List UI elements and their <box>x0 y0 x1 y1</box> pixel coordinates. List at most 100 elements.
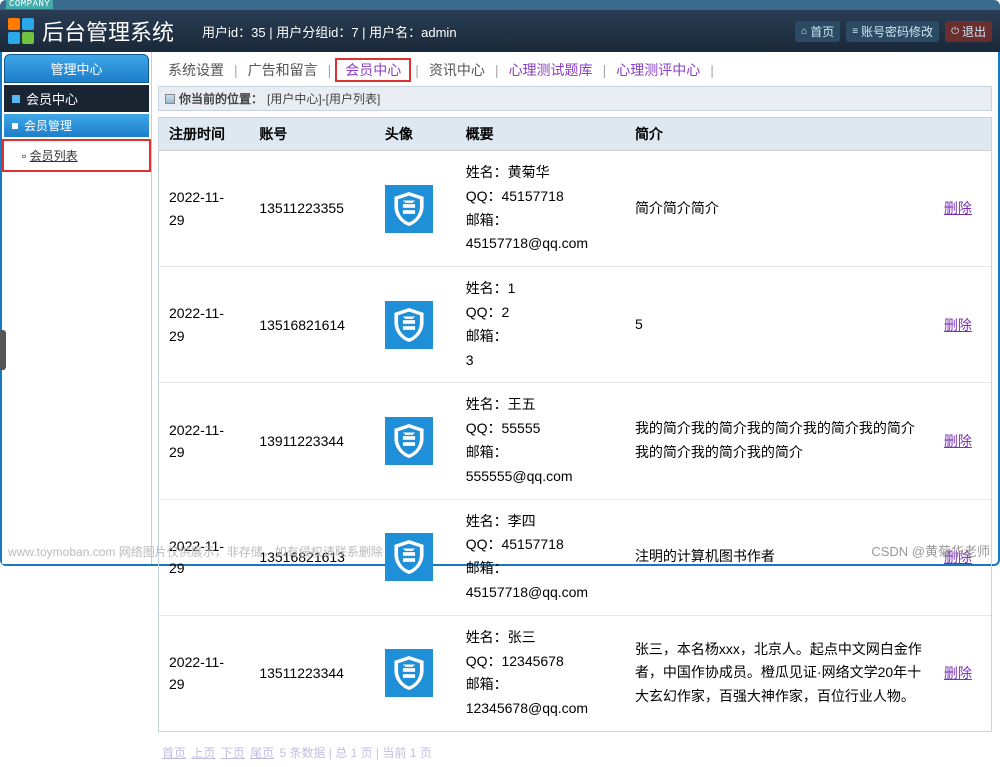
cell-summary: 姓名：李四QQ：45157718邮箱：45157718@qq.com <box>456 499 625 615</box>
sidebar: 管理中心 会员中心 会员管理 ▫ 会员列表 <box>2 52 152 564</box>
cell-summary: 姓名：张三QQ：12345678邮箱：12345678@qq.com <box>456 615 625 731</box>
tab-0[interactable]: 系统设置 <box>162 58 230 82</box>
home-link[interactable]: ⌂首页 <box>795 21 840 42</box>
content: 系统设置 | 广告和留言 | 会员中心 | 资讯中心 | 心理测试题库 | 心理… <box>152 52 998 564</box>
pager-next[interactable]: 下页 <box>221 746 245 760</box>
cell-avatar <box>375 267 456 383</box>
cell-account: 13516821614 <box>249 267 375 383</box>
cell-intro: 张三，本名杨xxx，北京人。起点中文网白金作者，中国作协成员。橙瓜见证·网络文学… <box>625 615 934 731</box>
square-icon <box>12 95 20 103</box>
col-avatar[interactable]: 头像 <box>375 118 456 151</box>
location-icon <box>165 94 175 104</box>
pager-first[interactable]: 首页 <box>162 746 186 760</box>
table-row: 2022-11-2913516821614 姓名：1QQ：2邮箱：35 删除 <box>159 267 991 383</box>
breadcrumb: 你当前的位置： [用户中心]-[用户列表] <box>158 86 992 111</box>
tab-sep: | <box>234 62 238 78</box>
delete-link[interactable]: 删除 <box>944 200 972 216</box>
col-time[interactable]: 注册时间 <box>159 118 249 151</box>
cell-account: 13511223355 <box>249 151 375 267</box>
cell-op: 删除 <box>934 267 991 383</box>
delete-link[interactable]: 删除 <box>944 433 972 449</box>
col-summary[interactable]: 概要 <box>456 118 625 151</box>
table-row: 2022-11-2913911223344姓名：王五QQ：55555邮箱：555… <box>159 383 991 499</box>
cell-intro: 5 <box>625 267 934 383</box>
pager: 首页 上页 下页 尾页 5 条数据 | 总 1 页 | 当前 1 页 <box>152 738 998 767</box>
highlight-box-tab: 会员中心 <box>335 58 411 82</box>
app-title: 后台管理系统 <box>42 15 174 47</box>
cell-avatar <box>375 383 456 499</box>
pager-prev[interactable]: 上页 <box>191 746 215 760</box>
cell-avatar <box>375 615 456 731</box>
cell-time: 2022-11-29 <box>159 383 249 499</box>
sidebar-group-manage[interactable]: 会员管理 <box>4 114 149 137</box>
app-logo-icon <box>8 18 34 44</box>
cell-avatar <box>375 499 456 615</box>
list-icon: ≡ <box>852 26 858 37</box>
table-row: 2022-11-2913511223355 姓名：黄菊华QQ：45157718邮箱… <box>159 151 991 267</box>
tab-sep: | <box>328 62 332 78</box>
window-chrome: COMPANY <box>0 0 1000 10</box>
user-info: 用户id：35 | 用户分组id：7 | 用户名：admin <box>202 22 795 41</box>
table-row: 2022-11-2913511223344 姓名：张三QQ：12345678邮箱：… <box>159 615 991 731</box>
tabs: 系统设置 | 广告和留言 | 会员中心 | 资讯中心 | 心理测试题库 | 心理… <box>152 52 998 86</box>
sidebar-sub-label: 会员中心 <box>26 89 78 108</box>
members-table: 注册时间 账号 头像 概要 简介 2022-11-2913511223355姓名… <box>158 117 992 732</box>
highlight-box-sidebar: ▫ 会员列表 <box>2 139 151 172</box>
main-area: 管理中心 会员中心 会员管理 ▫ 会员列表 系统设置 | 广告和留言 | 会员中… <box>0 52 1000 566</box>
sidebar-item-member-list[interactable]: ▫ 会员列表 <box>4 143 149 168</box>
company-tag: COMPANY <box>6 0 53 9</box>
watermark-right: CSDN @黄菊华老师 <box>871 541 990 560</box>
pager-last[interactable]: 尾页 <box>250 746 274 760</box>
cell-avatar <box>375 151 456 267</box>
watermark-left: www.toymoban.com 网络图片仅供展示，非存储，如有侵权请联系删除 <box>8 543 383 560</box>
exit-button[interactable]: ⏻退出 <box>945 21 992 42</box>
tab-3[interactable]: 资讯中心 <box>423 58 491 82</box>
top-links: ⌂首页 ≡账号密码修改 ⏻退出 <box>795 21 992 42</box>
tab-sep: | <box>495 62 499 78</box>
tab-sep: | <box>415 62 419 78</box>
col-intro[interactable]: 简介 <box>625 118 934 151</box>
cell-op: 删除 <box>934 615 991 731</box>
col-op <box>934 118 991 151</box>
sidebar-head[interactable]: 管理中心 <box>4 54 149 83</box>
cell-op: 删除 <box>934 383 991 499</box>
scroll-handle[interactable] <box>0 330 6 370</box>
cell-time: 2022-11-29 <box>159 267 249 383</box>
cell-time: 2022-11-29 <box>159 615 249 731</box>
tab-1[interactable]: 广告和留言 <box>242 58 324 82</box>
cell-summary: 姓名：王五QQ：55555邮箱：555555@qq.com <box>456 383 625 499</box>
table-header-row: 注册时间 账号 头像 概要 简介 <box>159 118 991 151</box>
breadcrumb-path: [用户中心]-[用户列表] <box>267 90 380 107</box>
cell-summary: 姓名：1QQ：2邮箱：3 <box>456 267 625 383</box>
sidebar-group-label: 会员管理 <box>24 117 72 134</box>
tab-sep: | <box>603 62 607 78</box>
cell-time: 2022-11-29 <box>159 151 249 267</box>
cell-account: 13511223344 <box>249 615 375 731</box>
tab-2[interactable]: 会员中心 <box>339 60 407 80</box>
tab-5[interactable]: 心理测评中心 <box>610 58 706 82</box>
avatar-icon <box>385 533 433 581</box>
top-bar: 后台管理系统 用户id：35 | 用户分组id：7 | 用户名：admin ⌂首… <box>0 10 1000 52</box>
home-icon: ⌂ <box>801 26 807 37</box>
avatar-icon <box>385 417 433 465</box>
cell-op: 删除 <box>934 151 991 267</box>
power-icon: ⏻ <box>951 26 959 37</box>
square-icon <box>12 123 18 129</box>
delete-link[interactable]: 删除 <box>944 665 972 681</box>
col-account[interactable]: 账号 <box>249 118 375 151</box>
avatar-icon <box>385 185 433 233</box>
tab-sep: | <box>710 62 714 78</box>
pwd-label: 账号密码修改 <box>861 23 933 40</box>
cell-intro: 简介简介简介 <box>625 151 934 267</box>
pwd-link[interactable]: ≡账号密码修改 <box>846 21 939 42</box>
tab-4[interactable]: 心理测试题库 <box>503 58 599 82</box>
sidebar-sub-members[interactable]: 会员中心 <box>4 85 149 112</box>
avatar-icon <box>385 649 433 697</box>
avatar-icon <box>385 301 433 349</box>
pager-info: 5 条数据 | 总 1 页 | 当前 1 页 <box>279 746 431 760</box>
delete-link[interactable]: 删除 <box>944 317 972 333</box>
exit-label: 退出 <box>962 23 986 40</box>
cell-summary: 姓名：黄菊华QQ：45157718邮箱：45157718@qq.com <box>456 151 625 267</box>
sidebar-item-link[interactable]: 会员列表 <box>30 149 78 163</box>
cell-intro: 我的简介我的简介我的简介我的简介我的简介我的简介我的简介我的简介 <box>625 383 934 499</box>
